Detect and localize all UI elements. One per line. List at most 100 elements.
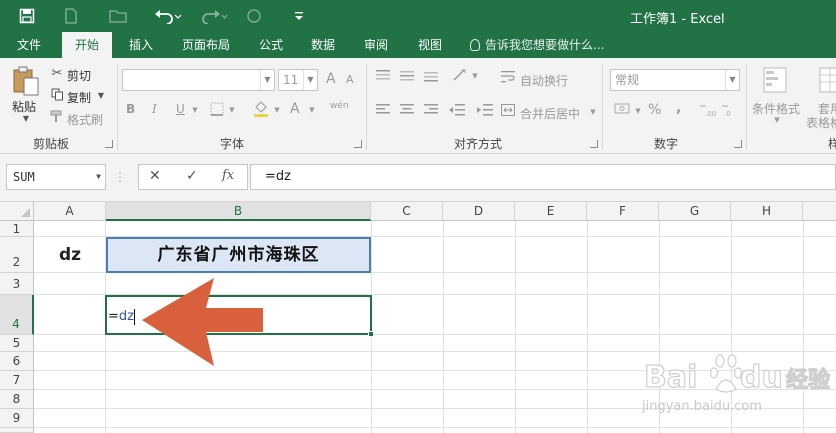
svg-text:.00: .00 — [705, 110, 716, 118]
italic-button[interactable]: I — [152, 102, 157, 116]
column-header-c[interactable]: C — [371, 202, 443, 221]
percent-style-button[interactable]: % — [648, 102, 661, 118]
row-header-partial[interactable] — [0, 428, 34, 433]
align-top-icon[interactable] — [374, 70, 392, 86]
new-file-icon[interactable] — [58, 0, 84, 32]
accounting-dropdown-icon[interactable]: ▼ — [633, 107, 643, 115]
formula-buttons: ✕ ✓ fx — [138, 164, 248, 190]
gridline — [443, 221, 444, 433]
column-header-g[interactable]: G — [659, 202, 731, 221]
comma-style-button[interactable]: , — [676, 100, 681, 116]
fill-color-dropdown-icon[interactable]: ▼ — [272, 106, 282, 114]
clipboard-launcher-icon[interactable] — [105, 140, 113, 148]
copy-dropdown-icon[interactable]: ▼ — [96, 91, 106, 100]
format-painter-button[interactable]: 格式刷 — [67, 111, 103, 128]
font-color-dropdown-icon[interactable]: ▼ — [307, 106, 317, 114]
save-icon[interactable] — [12, 0, 42, 32]
wrap-text-button[interactable]: 自动换行 — [520, 72, 568, 89]
decrease-indent-icon[interactable] — [446, 104, 468, 120]
row-header-7[interactable]: 7 — [0, 371, 34, 390]
clipboard-group-label: 剪贴板 — [33, 137, 70, 151]
tell-me-box[interactable]: 告诉我您想要做什么... — [470, 32, 604, 58]
font-size-combo[interactable]: 11 ▼ — [278, 69, 318, 91]
cell-a2[interactable]: dz — [34, 237, 106, 273]
align-right-icon[interactable] — [422, 104, 440, 120]
enter-button[interactable]: ✓ — [186, 168, 198, 184]
copy-button[interactable]: 复制 — [67, 89, 91, 106]
tab-data[interactable]: 数据 — [302, 32, 344, 58]
paste-dropdown-icon[interactable]: ▼ — [20, 114, 32, 123]
decrease-decimal-icon[interactable]: .0 — [720, 102, 740, 122]
formula-input[interactable]: =dz — [250, 164, 836, 190]
row-header-5[interactable]: 5 — [0, 335, 34, 352]
chevron-down-icon: ▼ — [303, 70, 317, 90]
underline-button[interactable]: U — [176, 102, 185, 116]
orientation-dropdown-icon[interactable]: ▼ — [470, 72, 480, 80]
fill-color-icon[interactable] — [252, 100, 270, 122]
row-header-9[interactable]: 9 — [0, 409, 34, 428]
column-header-d[interactable]: D — [443, 202, 515, 221]
tab-home[interactable]: 开始 — [62, 32, 112, 58]
font-name-combo[interactable]: ▼ — [122, 69, 275, 91]
tab-file[interactable]: 文件 — [6, 32, 52, 58]
column-header-partial[interactable] — [803, 202, 836, 221]
shrink-font-button[interactable]: A — [346, 73, 354, 86]
column-header-b[interactable]: B — [106, 202, 371, 221]
align-bottom-icon[interactable] — [422, 70, 440, 86]
customize-qat-icon[interactable] — [290, 0, 308, 32]
column-header-f[interactable]: F — [587, 202, 659, 221]
accounting-format-icon[interactable] — [612, 102, 634, 120]
alignment-launcher-icon[interactable] — [590, 140, 598, 148]
column-header-e[interactable]: E — [515, 202, 587, 221]
row-header-4[interactable]: 4 — [0, 295, 34, 335]
number-launcher-icon[interactable] — [734, 140, 742, 148]
redo-icon[interactable] — [196, 0, 232, 32]
touch-mode-icon[interactable] — [242, 0, 266, 32]
borders-dropdown-icon[interactable]: ▼ — [227, 106, 237, 114]
cancel-button[interactable]: ✕ — [149, 168, 161, 184]
undo-icon[interactable] — [150, 0, 186, 32]
bold-button[interactable]: B — [126, 102, 135, 116]
row-header-6[interactable]: 6 — [0, 352, 34, 371]
fill-handle[interactable] — [368, 331, 374, 337]
cut-button[interactable]: 剪切 — [67, 67, 91, 84]
borders-icon[interactable] — [208, 102, 226, 120]
insert-function-button[interactable]: fx — [222, 168, 234, 183]
increase-indent-icon[interactable] — [474, 104, 496, 120]
column-header-h[interactable]: H — [731, 202, 803, 221]
column-header-a[interactable]: A — [34, 202, 106, 221]
ribbon: 粘贴 ▼ ✂ 剪切 复制 ▼ 格式刷 剪贴板 ▼ 11 ▼ A A B I U ▼… — [0, 58, 836, 154]
grow-font-button[interactable]: A — [326, 71, 336, 87]
tab-view[interactable]: 视图 — [408, 32, 452, 58]
font-launcher-icon[interactable] — [354, 140, 362, 148]
conditional-formatting-button[interactable]: 条件格式 — [752, 100, 800, 117]
row-header-1[interactable]: 1 — [0, 221, 34, 237]
row-header-8[interactable]: 8 — [0, 390, 34, 409]
increase-decimal-icon[interactable]: .00 — [698, 102, 718, 122]
orientation-icon[interactable] — [450, 68, 472, 86]
tab-formulas[interactable]: 公式 — [250, 32, 292, 58]
number-format-combo[interactable]: 常规 ▼ — [610, 69, 740, 91]
tab-insert[interactable]: 插入 — [118, 32, 164, 58]
paste-button[interactable] — [12, 66, 40, 99]
merge-dropdown-icon[interactable]: ▼ — [588, 108, 598, 116]
tab-review[interactable]: 审阅 — [354, 32, 398, 58]
select-all-button[interactable] — [0, 202, 34, 221]
tab-page-layout[interactable]: 页面布局 — [170, 32, 242, 58]
row-header-2[interactable]: 2 — [0, 237, 34, 273]
format-as-table-line-2[interactable]: 表格格 — [806, 114, 836, 131]
merge-center-button[interactable]: 合并后居中 — [520, 105, 580, 122]
align-center-icon[interactable] — [398, 104, 416, 120]
font-color-button[interactable]: A — [290, 101, 300, 117]
worksheet-grid[interactable]: A B C D E F G H 1 2 3 4 5 6 7 8 9 dz 广东省… — [0, 202, 836, 433]
conditional-dropdown-icon[interactable]: ▼ — [772, 116, 782, 124]
align-left-icon[interactable] — [374, 104, 392, 120]
phonetic-button[interactable]: wén — [330, 101, 349, 111]
resize-dots-icon[interactable]: ⋮ — [114, 170, 126, 184]
open-folder-icon[interactable] — [104, 0, 132, 32]
underline-dropdown-icon[interactable]: ▼ — [190, 106, 200, 114]
row-header-3[interactable]: 3 — [0, 273, 34, 295]
name-box[interactable]: SUM ▼ — [6, 164, 106, 190]
cell-b2[interactable]: 广东省广州市海珠区 — [106, 237, 371, 273]
align-middle-icon[interactable] — [398, 70, 416, 86]
